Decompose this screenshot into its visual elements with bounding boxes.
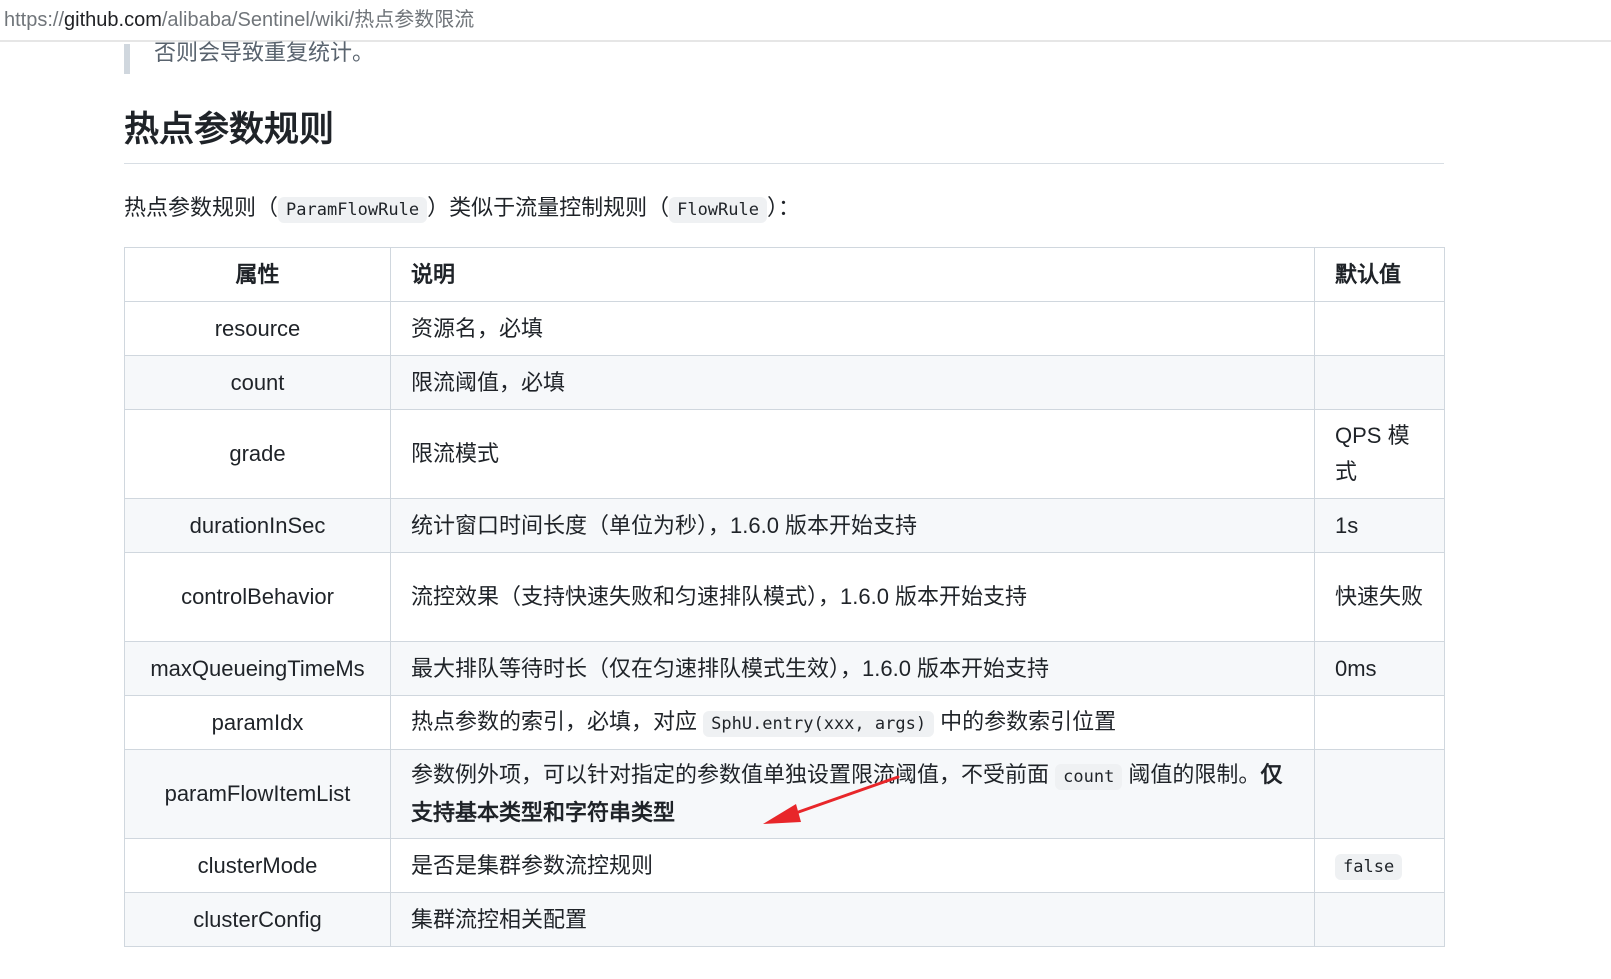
cell-attr: maxQueueingTimeMs: [124, 641, 391, 696]
table-row: durationInSec 统计窗口时间长度（单位为秒），1.6.0 版本开始支…: [124, 498, 1445, 553]
cell-default: 0ms: [1314, 641, 1445, 696]
table-row: paramFlowItemList 参数例外项，可以针对指定的参数值单独设置限流…: [124, 749, 1445, 839]
cell-desc: 限流阈值，必填: [390, 355, 1315, 410]
cell-default: QPS 模式: [1314, 409, 1445, 499]
address-bar[interactable]: https://github.com/alibaba/Sentinel/wiki…: [0, 0, 1611, 42]
cell-default: [1314, 749, 1445, 839]
intro-text-2: ）类似于流量控制规则（: [427, 195, 670, 220]
header-attr: 属性: [124, 247, 391, 302]
cell-desc: 资源名，必填: [390, 301, 1315, 356]
table-row: maxQueueingTimeMs 最大排队等待时长（仅在匀速排队模式生效），1…: [124, 641, 1445, 696]
cell-desc: 参数例外项，可以针对指定的参数值单独设置限流阈值，不受前面 count 阈值的限…: [390, 749, 1315, 839]
table-row: resource 资源名，必填: [124, 301, 1445, 356]
inline-code-flowrule: FlowRule: [669, 197, 767, 223]
url-host: github.com: [64, 9, 162, 31]
table-row: count 限流阈值，必填: [124, 355, 1445, 410]
cell-desc: 统计窗口时间长度（单位为秒），1.6.0 版本开始支持: [390, 498, 1315, 553]
cell-attr: durationInSec: [124, 498, 391, 553]
cell-default: 1s: [1314, 498, 1445, 553]
section-heading: 热点参数规则: [124, 105, 1444, 164]
table-row: controlBehavior 流控效果（支持快速失败和匀速排队模式），1.6.…: [124, 552, 1445, 642]
url-path: /alibaba/Sentinel/wiki/热点参数限流: [161, 9, 475, 31]
cell-attr: count: [124, 355, 391, 410]
table-row: clusterMode 是否是集群参数流控规则 false: [124, 838, 1445, 893]
cell-desc: 热点参数的索引，必填，对应 SphU.entry(xxx, args) 中的参数…: [390, 695, 1315, 750]
inline-code-count: count: [1055, 764, 1123, 790]
cell-attr: paramFlowItemList: [124, 749, 391, 839]
intro-paragraph: 热点参数规则（ ParamFlowRule ）类似于流量控制规则（ FlowRule）…: [124, 188, 800, 230]
blockquote: 否则会导致重复统计。: [124, 40, 374, 74]
cell-attr: grade: [124, 409, 391, 499]
cell-desc: 集群流控相关配置: [390, 892, 1315, 947]
cell-default: [1314, 695, 1445, 750]
desc-text-a: 参数例外项，可以针对指定的参数值单独设置限流阈值，不受前面: [411, 762, 1056, 787]
cell-attr: controlBehavior: [124, 552, 391, 642]
desc-text-a: 热点参数的索引，必填，对应: [411, 708, 704, 734]
cell-desc: 流控效果（支持快速失败和匀速排队模式），1.6.0 版本开始支持: [390, 552, 1315, 642]
table-header-row: 属性 说明 默认值: [124, 247, 1445, 302]
cell-default: [1314, 355, 1445, 410]
intro-text-1: 热点参数规则（: [124, 195, 279, 220]
rule-properties-table: 属性 说明 默认值 resource 资源名，必填 count 限流阈值，必填 …: [124, 247, 1445, 947]
blockquote-text: 否则会导致重复统计。: [154, 40, 375, 65]
cell-attr: clusterConfig: [124, 892, 391, 947]
desc-text-b: 阈值的限制。: [1122, 762, 1261, 787]
header-default: 默认值: [1314, 247, 1445, 302]
table-row: grade 限流模式 QPS 模式: [124, 409, 1445, 499]
cell-desc: 是否是集群参数流控规则: [390, 838, 1315, 893]
cell-default: 快速失败: [1314, 552, 1445, 642]
inline-code-false: false: [1335, 853, 1403, 880]
inline-code-paramflowrule: ParamFlowRule: [278, 197, 428, 223]
cell-default: [1314, 301, 1445, 356]
cell-default: false: [1314, 838, 1445, 893]
desc-text-b: 中的参数索引位置: [934, 708, 1117, 734]
table-row: clusterConfig 集群流控相关配置: [124, 892, 1445, 947]
cell-default: [1314, 892, 1445, 947]
cell-attr: paramIdx: [124, 695, 391, 750]
inline-code-sphu-entry: SphU.entry(xxx, args): [703, 710, 935, 737]
cell-attr: clusterMode: [124, 838, 391, 893]
header-desc: 说明: [390, 247, 1315, 302]
cell-desc: 限流模式: [390, 409, 1315, 499]
table-row: paramIdx 热点参数的索引，必填，对应 SphU.entry(xxx, a…: [124, 695, 1445, 750]
cell-attr: resource: [124, 301, 391, 356]
url-scheme: https://: [4, 9, 65, 31]
cell-desc: 最大排队等待时长（仅在匀速排队模式生效），1.6.0 版本开始支持: [390, 641, 1315, 696]
intro-text-3: ）：: [766, 195, 800, 220]
